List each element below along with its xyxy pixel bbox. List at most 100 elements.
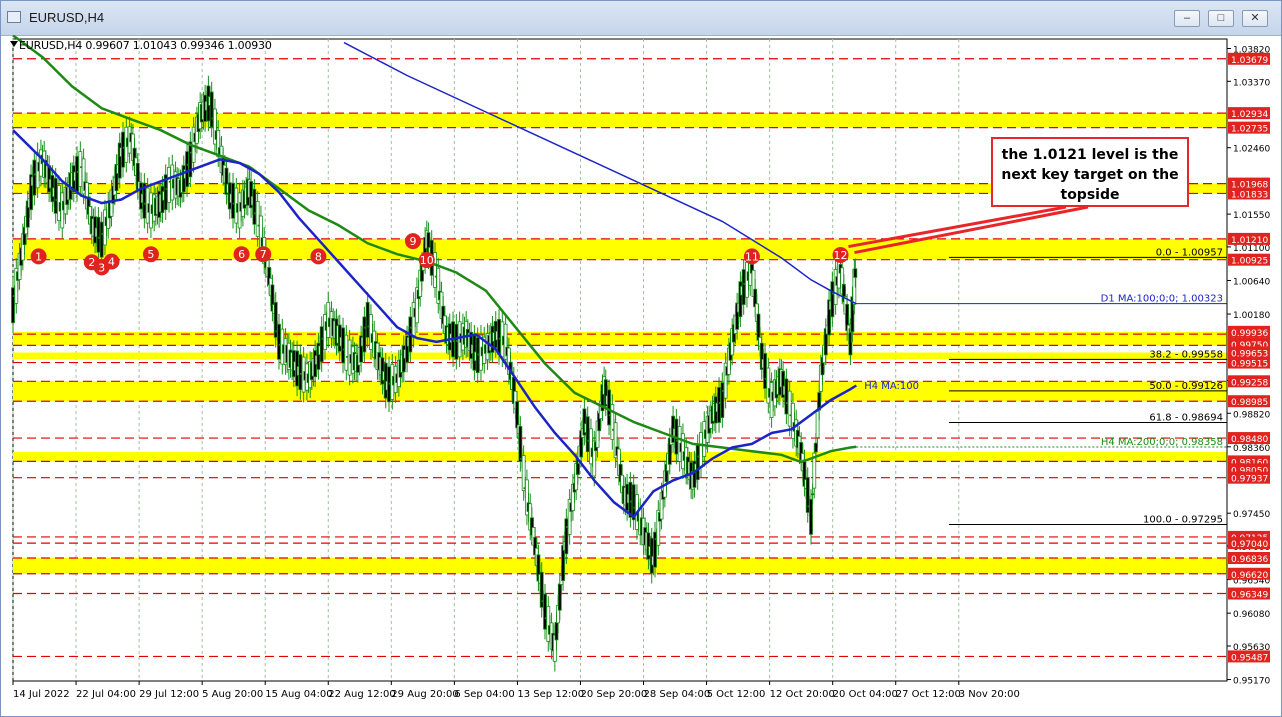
close-button[interactable]: ✕ (1242, 10, 1268, 27)
candle-body (341, 327, 345, 364)
x-tick-label: 14 Jul 2022 (13, 689, 70, 700)
price-level-label: 0.98480 (1231, 435, 1268, 445)
chart-menu-arrow-icon[interactable] (10, 41, 18, 47)
candle-body (585, 416, 590, 453)
fib-level-label: 100.0 - 0.97295 (1143, 515, 1223, 526)
y-tick-label: 0.98360 (1233, 444, 1270, 454)
price-level-label: 1.02934 (1231, 110, 1268, 120)
minimize-button[interactable]: – (1174, 10, 1200, 27)
y-tick-label: 1.00640 (1233, 277, 1270, 287)
chart-window-icon (7, 11, 21, 23)
title-bar[interactable]: EURUSD,H4 – □ ✕ (1, 1, 1281, 36)
candle-body (546, 605, 551, 642)
candle-body (810, 493, 815, 496)
swing-marker-number: 4 (108, 256, 115, 269)
candle-body (628, 481, 633, 518)
candle-body (369, 314, 373, 350)
candle-body (589, 428, 593, 465)
candle-body (720, 382, 725, 419)
fib-level-label: 50.0 - 0.99126 (1149, 381, 1223, 392)
y-tick-label: 0.97450 (1233, 510, 1270, 520)
candle-body (787, 390, 792, 427)
x-tick-label: 28 Sep 04:00 (644, 689, 711, 700)
support-resistance-zone (13, 352, 1227, 360)
x-tick-label: 13 Sep 12:00 (517, 689, 584, 700)
ohlc-info-line: EURUSD,H4 0.99607 1.01043 0.99346 1.0093… (19, 39, 272, 52)
candle-body (185, 151, 189, 188)
x-tick-label: 3 Nov 20:00 (959, 689, 1020, 700)
price-level-label: 0.97937 (1231, 475, 1268, 485)
candle-body (209, 91, 214, 128)
candle-body (695, 444, 700, 481)
candle-body (853, 268, 858, 278)
candle-body (53, 177, 58, 214)
price-level-label: 1.00925 (1231, 257, 1268, 267)
x-tick-label: 12 Oct 20:00 (770, 689, 835, 700)
callout-line: topside (1060, 187, 1120, 203)
callout-line: the 1.0121 level is the (1001, 147, 1179, 163)
support-resistance-zone (13, 238, 1227, 260)
price-level-label: 0.99936 (1231, 329, 1268, 339)
candle-body (741, 269, 746, 305)
swing-marker-number: 11 (745, 250, 759, 263)
x-tick-label: 22 Jul 04:00 (76, 689, 136, 700)
price-level-label: 1.02735 (1231, 125, 1268, 135)
candle-body (814, 442, 818, 453)
candle-body (411, 301, 416, 338)
chart-window: EURUSD,H4 – □ ✕ 0.0 - 1.00957 38.2 - 0.99… (0, 0, 1282, 717)
swing-marker-number: 5 (147, 248, 154, 261)
y-tick-label: 0.95170 (1233, 677, 1270, 687)
candle-body (607, 389, 611, 426)
candle-body (653, 531, 657, 568)
candle-body (167, 166, 171, 203)
y-tick-label: 0.98820 (1233, 410, 1270, 420)
swing-marker-number: 12 (834, 249, 848, 262)
candle-body (766, 367, 771, 404)
x-tick-label: 20 Sep 20:00 (580, 689, 647, 700)
candle-body (699, 432, 703, 468)
price-level-label: 0.99258 (1231, 378, 1268, 388)
candle-body (277, 323, 281, 360)
price-level-label: 0.98985 (1231, 398, 1268, 408)
candle-body (515, 401, 519, 429)
price-level-label: 0.99515 (1231, 360, 1268, 370)
x-tick-label: 5 Aug 20:00 (202, 689, 263, 700)
y-tick-label: 1.01550 (1233, 211, 1270, 221)
y-tick-label: 1.03370 (1233, 78, 1270, 88)
window-title: EURUSD,H4 (29, 10, 105, 25)
price-level-label: 1.01210 (1231, 236, 1268, 246)
candle-body (344, 334, 349, 371)
x-tick-label: 27 Oct 12:00 (896, 689, 961, 700)
support-resistance-zone (13, 557, 1227, 574)
candle-body (791, 402, 795, 439)
candle-body (809, 498, 813, 535)
x-tick-label: 5 Oct 12:00 (707, 689, 766, 700)
x-tick-label: 22 Aug 12:00 (328, 689, 395, 700)
candle-body (11, 287, 15, 324)
candle-body (833, 269, 838, 305)
candle-body (32, 159, 37, 196)
x-tick-label: 29 Aug 20:00 (391, 689, 458, 700)
candle-body (649, 537, 654, 574)
x-tick-label: 29 Jul 12:00 (139, 689, 199, 700)
price-level-label: 0.96349 (1231, 591, 1268, 601)
price-level-label: 1.01833 (1231, 190, 1268, 200)
candle-body (103, 209, 107, 246)
candle-body (564, 518, 569, 555)
x-tick-label: 6 Sep 04:00 (454, 689, 514, 700)
price-level-label: 0.96836 (1231, 555, 1268, 565)
candle-body (557, 583, 562, 611)
candle-body (830, 281, 835, 318)
y-tick-label: 1.00180 (1233, 311, 1270, 321)
candle-body (543, 593, 547, 630)
price-level-label: 1.03679 (1231, 56, 1268, 66)
maximize-button[interactable]: □ (1208, 10, 1234, 27)
candle-body (252, 188, 257, 225)
candle-body (298, 354, 303, 391)
swing-marker-number: 7 (260, 248, 267, 261)
candle-body (756, 313, 761, 341)
candle-body (383, 362, 388, 399)
fib-level-label: 0.0 - 1.00957 (1156, 247, 1223, 258)
candle-body (717, 387, 721, 423)
y-tick-label: 0.96080 (1233, 610, 1270, 620)
